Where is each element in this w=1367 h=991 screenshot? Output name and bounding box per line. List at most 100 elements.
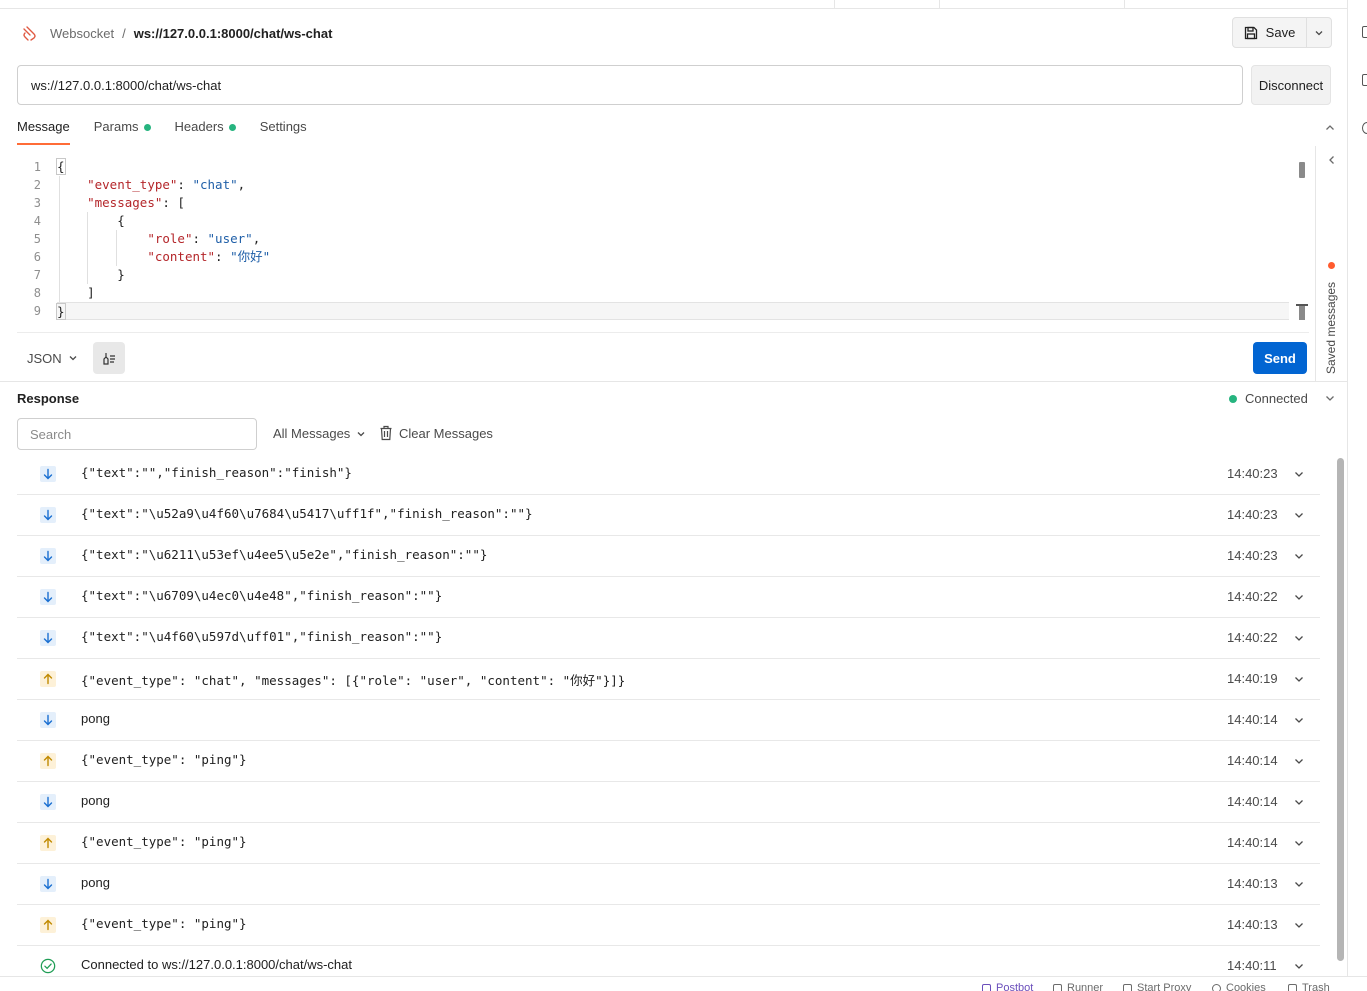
- request-title[interactable]: ws://127.0.0.1:8000/chat/ws-chat: [134, 26, 333, 41]
- message-timestamp: 14:40:22: [1227, 630, 1278, 645]
- message-row[interactable]: {"event_type": "ping"} 14:40:13: [17, 905, 1320, 946]
- tab-params[interactable]: Params: [94, 119, 151, 145]
- direction-indicator: [40, 466, 56, 482]
- expand-message-icon[interactable]: [1293, 796, 1305, 808]
- expand-message-icon[interactable]: [1293, 468, 1305, 480]
- right-toolbar: [1347, 0, 1367, 976]
- saved-messages-panel: Saved messages: [1315, 146, 1347, 382]
- search-input[interactable]: Search: [17, 418, 257, 450]
- expand-message-icon[interactable]: [1293, 919, 1305, 931]
- code-line: {: [117, 213, 125, 228]
- postbot-button[interactable]: Postbot: [982, 982, 1033, 991]
- format-select[interactable]: JSON: [27, 349, 78, 367]
- postbot-label: Postbot: [996, 982, 1034, 991]
- line-number: 2: [33, 178, 41, 192]
- status-dot: [1229, 394, 1237, 403]
- comments-icon[interactable]: [1362, 74, 1367, 86]
- trash-icon: [380, 425, 392, 441]
- save-options-dropdown[interactable]: [1307, 18, 1331, 47]
- message-editor[interactable]: 1 2 3 4 5 6 7 8 9 { "event_type": "chat"…: [17, 158, 1309, 326]
- chevron-left-icon[interactable]: [1326, 154, 1338, 166]
- direction-indicator: [40, 876, 56, 892]
- save-button-group: Save: [1232, 17, 1332, 48]
- message-row[interactable]: {"text":"\u6211\u53ef\u4ee5\u5e2e","fini…: [17, 536, 1320, 577]
- code-line: "role": "user",: [147, 231, 261, 246]
- response-scrollbar[interactable]: [1337, 458, 1344, 961]
- clear-messages-button[interactable]: Clear Messages: [379, 425, 493, 441]
- direction-indicator: [40, 712, 56, 728]
- expand-message-icon[interactable]: [1293, 878, 1305, 890]
- message-timestamp: 14:40:14: [1227, 753, 1278, 768]
- message-filter-select[interactable]: All Messages: [273, 426, 366, 441]
- message-row[interactable]: {"event_type": "ping"} 14:40:14: [17, 823, 1320, 864]
- line-number: 3: [33, 196, 41, 210]
- beautify-icon: [103, 353, 115, 365]
- disconnect-button[interactable]: Disconnect: [1251, 65, 1331, 105]
- expand-message-icon[interactable]: [1293, 837, 1305, 849]
- top-tab-strip: [0, 0, 1347, 9]
- trash-button[interactable]: Trash: [1288, 982, 1330, 991]
- saved-messages-dot: [1328, 262, 1335, 269]
- message-row[interactable]: pong 14:40:14: [17, 782, 1320, 823]
- code-area[interactable]: { "event_type": "chat", "messages": [ { …: [56, 158, 1289, 320]
- saved-messages-toggle[interactable]: Saved messages: [1324, 282, 1338, 374]
- start-proxy-button[interactable]: Start Proxy: [1123, 982, 1191, 991]
- runner-button[interactable]: Runner: [1053, 982, 1103, 991]
- arrow-down-icon: [43, 714, 53, 726]
- beautify-button[interactable]: [93, 342, 125, 374]
- clear-messages-label: Clear Messages: [399, 425, 493, 441]
- message-text: pong: [81, 875, 110, 890]
- expand-message-icon[interactable]: [1293, 591, 1305, 603]
- message-row[interactable]: {"text":"","finish_reason":"finish"} 14:4…: [17, 454, 1320, 495]
- expand-message-icon[interactable]: [1293, 550, 1305, 562]
- cookie-icon: [1212, 983, 1221, 991]
- message-row[interactable]: {"event_type": "chat", "messages": [{"ro…: [17, 659, 1320, 700]
- editor-scroll-marker: [1296, 304, 1308, 320]
- section-divider: [0, 381, 1347, 382]
- message-row[interactable]: pong 14:40:14: [17, 700, 1320, 741]
- direction-indicator: [40, 958, 56, 974]
- arrow-up-icon: [43, 755, 53, 767]
- message-row[interactable]: {"text":"\u52a9\u4f60\u7684\u5417\uff1f"…: [17, 495, 1320, 536]
- editor-scrollbar-thumb[interactable]: [1299, 162, 1305, 178]
- code-line: "messages": [: [87, 195, 185, 210]
- cookies-button[interactable]: Cookies: [1212, 982, 1266, 991]
- direction-indicator: [40, 671, 56, 687]
- message-row[interactable]: {"event_type": "ping"} 14:40:14: [17, 741, 1320, 782]
- websocket-icon: [23, 26, 36, 41]
- send-button[interactable]: Send: [1253, 342, 1307, 374]
- message-row[interactable]: pong 14:40:13: [17, 864, 1320, 905]
- message-timestamp: 14:40:14: [1227, 712, 1278, 727]
- expand-message-icon[interactable]: [1293, 509, 1305, 521]
- message-row[interactable]: {"text":"\u6709\u4ec0\u4e48","finish_rea…: [17, 577, 1320, 618]
- save-button[interactable]: Save: [1233, 18, 1307, 47]
- expand-message-icon[interactable]: [1293, 632, 1305, 644]
- message-row[interactable]: {"text":"\u4f60\u597d\uff01","finish_rea…: [17, 618, 1320, 659]
- line-number: 5: [33, 232, 41, 246]
- collapse-editor-icon[interactable]: [1323, 121, 1337, 135]
- breadcrumb-parent[interactable]: Websocket: [50, 26, 114, 41]
- tab-headers[interactable]: Headers: [175, 119, 236, 145]
- proxy-icon: [1123, 983, 1132, 991]
- expand-message-icon[interactable]: [1293, 755, 1305, 767]
- collapse-response-icon[interactable]: [1324, 392, 1336, 404]
- tab-divider: [939, 0, 940, 9]
- info-icon[interactable]: [1362, 122, 1367, 134]
- chevron-down-icon: [69, 356, 77, 361]
- tab-message[interactable]: Message: [17, 119, 70, 145]
- direction-indicator: [40, 917, 56, 933]
- line-number: 9: [33, 304, 41, 318]
- expand-message-icon[interactable]: [1293, 714, 1305, 726]
- url-input[interactable]: ws://127.0.0.1:8000/chat/ws-chat: [17, 65, 1243, 105]
- message-text: {"text":"\u4f60\u597d\uff01","finish_rea…: [81, 629, 443, 644]
- expand-message-icon[interactable]: [1293, 673, 1305, 685]
- code-line: }: [117, 267, 125, 282]
- tab-settings[interactable]: Settings: [260, 119, 307, 145]
- arrow-up-icon: [43, 919, 53, 931]
- documentation-icon[interactable]: [1362, 26, 1367, 38]
- expand-message-icon[interactable]: [1293, 960, 1305, 972]
- message-list: {"text":"","finish_reason":"finish"} 14:4…: [17, 454, 1320, 987]
- save-label: Save: [1265, 25, 1296, 40]
- format-select-label: JSON: [27, 350, 62, 366]
- arrow-up-icon: [43, 837, 53, 849]
